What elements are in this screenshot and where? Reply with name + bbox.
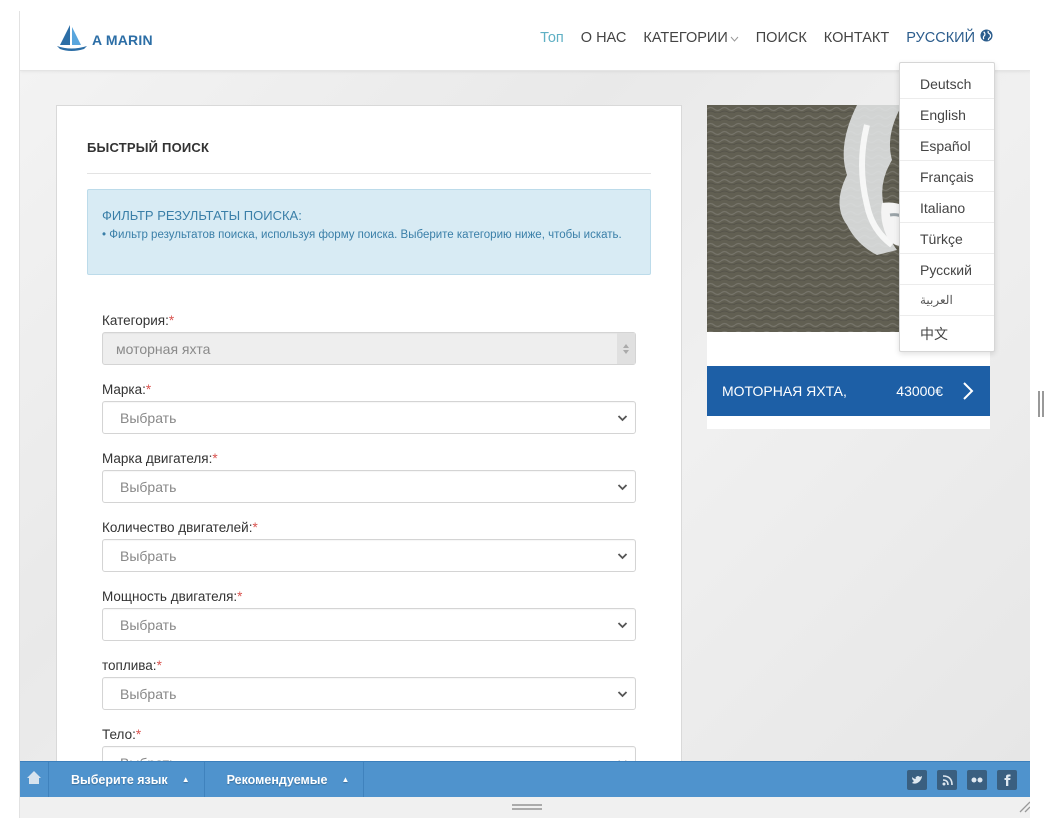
spinner-arrows-icon	[617, 333, 635, 364]
facebook-icon[interactable]	[997, 770, 1017, 790]
select-value: Выбрать	[120, 479, 177, 495]
chevron-down-icon	[617, 618, 628, 634]
social-links	[897, 770, 1017, 790]
lang-option-turkce[interactable]: Türkçe	[900, 223, 994, 254]
browser-viewport: A MARIN Топ О НАС КАТЕГОРИИ ПОИСК КОНТАК…	[19, 11, 1030, 818]
engine-count-select[interactable]: Выбрать	[102, 539, 636, 572]
logo-text: A MARIN	[92, 32, 153, 48]
field-label: Тело:	[102, 727, 136, 742]
nav-language-label: РУССКИЙ	[906, 29, 975, 46]
side-resize-handle-icon[interactable]	[1038, 391, 1044, 417]
resize-handle-icon[interactable]	[1017, 799, 1030, 818]
info-alert-text: • Фильтр результатов поиска, используя ф…	[102, 229, 622, 241]
bottom-toolbar: Выберите язык ▲ Рекомендуемые ▲	[20, 761, 1030, 798]
field-category: Категория:* моторная яхта	[102, 313, 636, 365]
main-nav: Топ О НАС КАТЕГОРИИ ПОИСК КОНТАКТ РУССКИ…	[523, 29, 993, 46]
lang-option-english[interactable]: English	[900, 99, 994, 130]
chevron-down-icon	[617, 687, 628, 703]
info-alert-title: ФИЛЬТР РЕЗУЛЬТАТЫ ПОИСКА:	[102, 208, 302, 223]
nav-categories-label: КАТЕГОРИИ	[643, 29, 728, 46]
triangle-up-icon: ▲	[341, 775, 350, 784]
language-selector-button[interactable]: Выберите язык ▲	[49, 761, 205, 798]
chevron-right-icon[interactable]	[961, 381, 975, 401]
fuel-select[interactable]: Выбрать	[102, 677, 636, 710]
select-value: Выбрать	[120, 617, 177, 633]
category-select[interactable]: моторная яхта	[102, 332, 636, 365]
field-label: топлива:	[102, 658, 157, 673]
required-mark: *	[145, 382, 152, 397]
quick-search-card: БЫСТРЫЙ ПОИСК ФИЛЬТР РЕЗУЛЬТАТЫ ПОИСКА: …	[56, 105, 682, 785]
sailboat-logo-icon	[56, 24, 88, 52]
featured-label: Рекомендуемые	[226, 772, 328, 787]
twitter-icon[interactable]	[907, 770, 927, 790]
boat-info-bar[interactable]: МОТОРНАЯ ЯХТА, 43000€	[707, 366, 990, 416]
required-mark: *	[135, 727, 142, 742]
rss-icon[interactable]	[937, 770, 957, 790]
globe-icon	[980, 29, 993, 46]
field-label: Категория:	[102, 313, 169, 328]
home-button[interactable]	[20, 761, 49, 798]
nav-language[interactable]: РУССКИЙ	[906, 29, 993, 46]
select-value: Выбрать	[120, 410, 177, 426]
lang-option-francais[interactable]: Français	[900, 161, 994, 192]
home-icon	[26, 770, 42, 790]
bottom-strip	[20, 797, 1030, 818]
nav-categories[interactable]: КАТЕГОРИИ	[643, 29, 739, 46]
field-label: Количество двигателей:	[102, 520, 253, 535]
brand-select[interactable]: Выбрать	[102, 401, 636, 434]
field-engine-brand: Марка двигателя:* Выбрать	[102, 451, 636, 503]
chevron-down-icon	[730, 34, 739, 44]
quick-search-title: БЫСТРЫЙ ПОИСК	[87, 140, 210, 155]
nav-top[interactable]: Топ	[540, 30, 564, 46]
boat-name: МОТОРНАЯ ЯХТА,	[722, 383, 847, 399]
logo[interactable]: A MARIN	[56, 24, 153, 52]
select-value: моторная яхта	[116, 341, 211, 357]
nav-about[interactable]: О НАС	[581, 30, 627, 46]
chevron-down-icon	[617, 411, 628, 427]
field-label: Марка двигателя:	[102, 451, 213, 466]
nav-search[interactable]: ПОИСК	[756, 30, 807, 46]
select-value: Выбрать	[120, 686, 177, 702]
lang-option-italiano[interactable]: Italiano	[900, 192, 994, 223]
required-mark: *	[212, 451, 218, 466]
engine-brand-select[interactable]: Выбрать	[102, 470, 636, 503]
lang-option-arabic[interactable]: العربية	[900, 285, 994, 316]
chevron-down-icon	[617, 549, 628, 565]
lang-option-chinese[interactable]: 中文	[900, 316, 994, 347]
site-header: A MARIN Топ О НАС КАТЕГОРИИ ПОИСК КОНТАК…	[20, 11, 1030, 71]
required-mark: *	[168, 313, 175, 328]
field-fuel: топлива:* Выбрать	[102, 658, 636, 710]
required-mark: *	[237, 589, 243, 604]
info-alert: ФИЛЬТР РЕЗУЛЬТАТЫ ПОИСКА: • Фильтр резул…	[87, 189, 651, 275]
required-mark: *	[252, 520, 258, 535]
language-selector-label: Выберите язык	[71, 772, 168, 787]
chevron-down-icon	[617, 480, 628, 496]
field-brand: Марка:* Выбрать	[102, 382, 636, 434]
field-engine-power: Мощность двигателя:* Выбрать	[102, 589, 636, 641]
grip-handle-icon[interactable]	[512, 804, 542, 810]
boat-price: 43000€	[896, 383, 943, 399]
field-label: Мощность двигателя:	[102, 589, 238, 604]
field-engine-count: Количество двигателей:* Выбрать	[102, 520, 636, 572]
field-label: Марка:	[102, 382, 146, 397]
triangle-up-icon: ▲	[181, 775, 190, 784]
lang-option-deutsch[interactable]: Deutsch	[900, 68, 994, 99]
nav-contact[interactable]: КОНТАКТ	[824, 30, 889, 46]
flickr-icon[interactable]	[967, 770, 987, 790]
lang-option-espanol[interactable]: Español	[900, 130, 994, 161]
divider	[87, 173, 651, 174]
engine-power-select[interactable]: Выбрать	[102, 608, 636, 641]
select-value: Выбрать	[120, 548, 177, 564]
lang-option-russian[interactable]: Русский	[900, 254, 994, 285]
language-dropdown: Deutsch English Español Français Italian…	[899, 62, 995, 352]
featured-button[interactable]: Рекомендуемые ▲	[205, 761, 365, 798]
required-mark: *	[156, 658, 162, 673]
